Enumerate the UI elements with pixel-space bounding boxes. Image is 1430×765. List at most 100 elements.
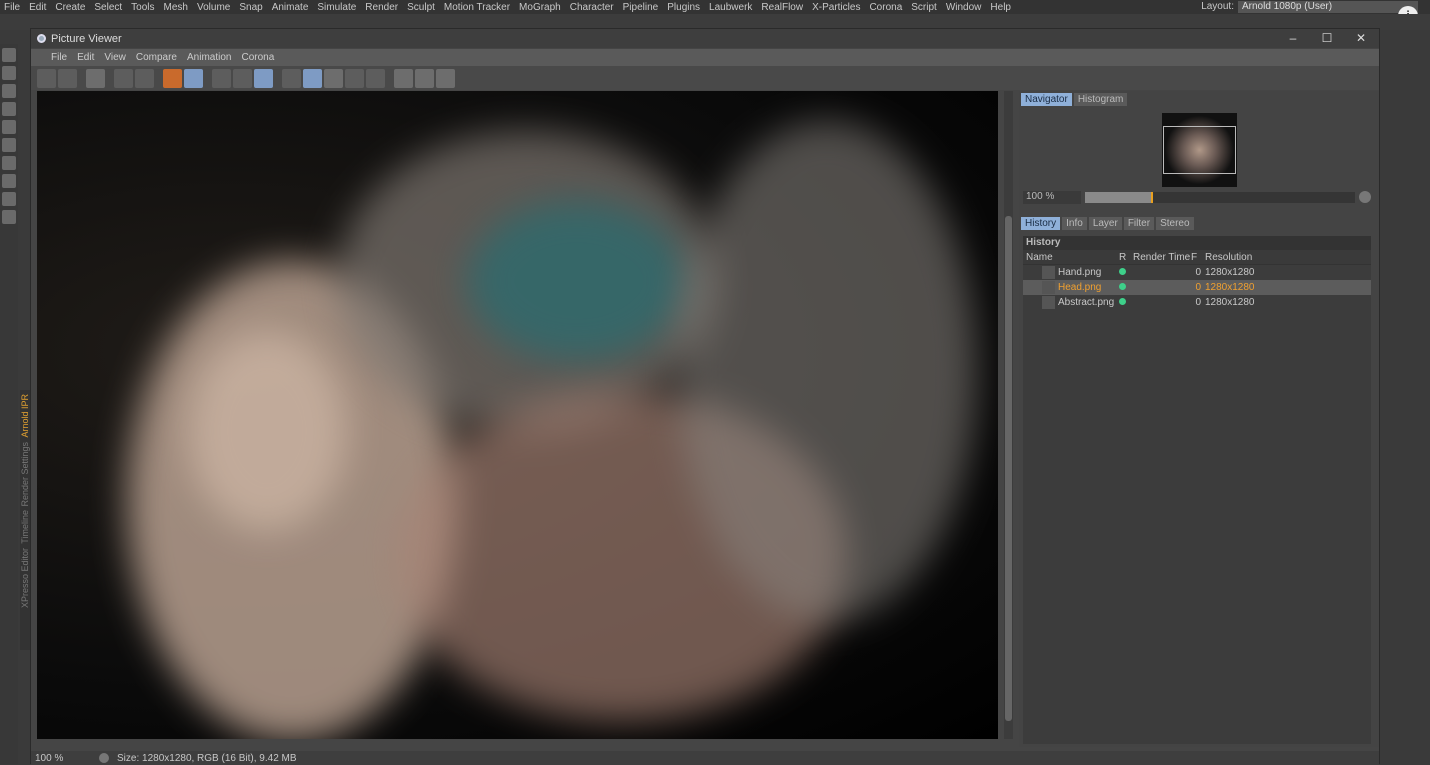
render-status (1119, 295, 1129, 310)
set-a-icon[interactable] (345, 68, 364, 88)
render-user-icon[interactable] (254, 68, 273, 88)
frame: 0 (1195, 282, 1201, 293)
menu-snap[interactable]: Snap (239, 2, 262, 13)
tab-navigator[interactable]: Navigator (1021, 93, 1072, 106)
status-dot-icon (1119, 268, 1126, 275)
scrollbar-thumb[interactable] (1005, 216, 1012, 721)
vertical-scrollbar[interactable] (1004, 91, 1013, 739)
tab-history[interactable]: History (1021, 217, 1061, 230)
zoom-slider[interactable] (1085, 192, 1355, 203)
menu-volume[interactable]: Volume (197, 2, 230, 13)
side-tab[interactable]: Render Settings (20, 442, 30, 507)
viewer-menu-file[interactable]: File (51, 52, 67, 63)
side-tab[interactable]: Arnold IPR (20, 394, 30, 438)
viewer-menu-edit[interactable]: Edit (77, 52, 94, 63)
viewer-menu-view[interactable]: View (104, 52, 126, 63)
tab-histogram[interactable]: Histogram (1073, 93, 1128, 106)
tool-icon[interactable] (2, 120, 16, 134)
viewer-menu-corona[interactable]: Corona (241, 52, 274, 63)
tool-icon[interactable] (2, 84, 16, 98)
ab-swap-icon[interactable] (324, 68, 343, 88)
ab-icon[interactable] (282, 68, 301, 88)
rendered-image[interactable] (37, 91, 998, 739)
tool-icon[interactable] (2, 138, 16, 152)
menu-tools[interactable]: Tools (131, 2, 154, 13)
menu-realflow[interactable]: RealFlow (761, 2, 803, 13)
layout-dropdown[interactable]: Arnold 1080p (User) (1238, 0, 1418, 13)
status-options-icon[interactable] (99, 753, 109, 763)
col-name[interactable]: Name (1023, 250, 1119, 264)
maximize-button[interactable]: ☐ (1319, 31, 1335, 45)
menu-create[interactable]: Create (55, 2, 85, 13)
menu-simulate[interactable]: Simulate (317, 2, 356, 13)
col-f[interactable]: F (1191, 250, 1201, 264)
menu-window[interactable]: Window (946, 2, 982, 13)
col-r[interactable]: R (1119, 250, 1129, 264)
history-row[interactable]: Abstract.png 0 1280x1280 (1023, 295, 1371, 310)
viewer-toolbar (31, 66, 1379, 90)
navigator-thumbnail[interactable] (1162, 113, 1237, 187)
zoom-options-icon[interactable] (1359, 191, 1371, 203)
minimize-button[interactable]: – (1285, 31, 1301, 45)
menu-animate[interactable]: Animate (272, 2, 309, 13)
paste-icon[interactable] (184, 68, 203, 88)
menu-plugins[interactable]: Plugins (667, 2, 700, 13)
menu-help[interactable]: Help (990, 2, 1011, 13)
col-resolution[interactable]: Resolution (1201, 250, 1261, 264)
set-b-icon[interactable] (366, 68, 385, 88)
render-region-icon[interactable] (233, 68, 252, 88)
tool-icon[interactable] (2, 174, 16, 188)
open-icon[interactable] (37, 68, 56, 88)
pick-icon[interactable] (135, 68, 154, 88)
menu-pipeline[interactable]: Pipeline (623, 2, 659, 13)
save-icon[interactable] (58, 68, 77, 88)
side-tab[interactable]: XPresso Editor (20, 548, 30, 608)
navigator-view-frame[interactable] (1163, 126, 1236, 174)
compare-icon[interactable] (415, 68, 434, 88)
tool-icon[interactable] (2, 48, 16, 62)
viewer-menu-animation[interactable]: Animation (187, 52, 231, 63)
menu-laubwerk[interactable]: Laubwerk (709, 2, 752, 13)
tool-icon[interactable] (2, 102, 16, 116)
tab-stereo[interactable]: Stereo (1156, 217, 1194, 230)
compare-icon[interactable] (436, 68, 455, 88)
resolution: 1280x1280 (1205, 282, 1255, 293)
render-time (1129, 265, 1191, 280)
menu-corona[interactable]: Corona (869, 2, 902, 13)
history-name: Abstract.png (1023, 295, 1119, 310)
status-info: Size: 1280x1280, RGB (16 Bit), 9.42 MB (117, 752, 297, 764)
menu-select[interactable]: Select (94, 2, 122, 13)
grid-icon[interactable] (86, 68, 105, 88)
close-button[interactable]: ✕ (1353, 31, 1369, 45)
menu-file[interactable]: File (4, 2, 20, 13)
status-zoom[interactable]: 100 % (35, 753, 91, 764)
tab-filter[interactable]: Filter (1123, 217, 1155, 230)
viewer-menu-compare[interactable]: Compare (136, 52, 177, 63)
region-icon[interactable] (114, 68, 133, 88)
history-row[interactable]: Hand.png 0 1280x1280 (1023, 265, 1371, 280)
menu-render[interactable]: Render (365, 2, 398, 13)
history-row[interactable]: Head.png 0 1280x1280 (1023, 280, 1371, 295)
render-view-icon[interactable] (212, 68, 231, 88)
side-tab[interactable]: Timeline (20, 510, 30, 544)
ab-split-icon[interactable] (303, 68, 322, 88)
compare-icon[interactable] (394, 68, 413, 88)
menu-edit[interactable]: Edit (29, 2, 46, 13)
menu-motion-tracker[interactable]: Motion Tracker (444, 2, 510, 13)
menu-x-particles[interactable]: X-Particles (812, 2, 860, 13)
layout-selector[interactable]: Layout: Arnold 1080p (User) (1201, 0, 1418, 13)
menu-mograph[interactable]: MoGraph (519, 2, 561, 13)
menu-sculpt[interactable]: Sculpt (407, 2, 435, 13)
zoom-field[interactable]: 100 % (1023, 191, 1081, 204)
tool-icon[interactable] (2, 156, 16, 170)
tab-info[interactable]: Info (1062, 217, 1087, 230)
menu-script[interactable]: Script (911, 2, 937, 13)
tool-icon[interactable] (2, 192, 16, 206)
col-render-time[interactable]: Render Time (1129, 250, 1191, 264)
copy-icon[interactable] (163, 68, 182, 88)
menu-character[interactable]: Character (570, 2, 614, 13)
tool-icon[interactable] (2, 66, 16, 80)
tab-layer[interactable]: Layer (1088, 217, 1122, 230)
tool-icon[interactable] (2, 210, 16, 224)
menu-mesh[interactable]: Mesh (164, 2, 188, 13)
